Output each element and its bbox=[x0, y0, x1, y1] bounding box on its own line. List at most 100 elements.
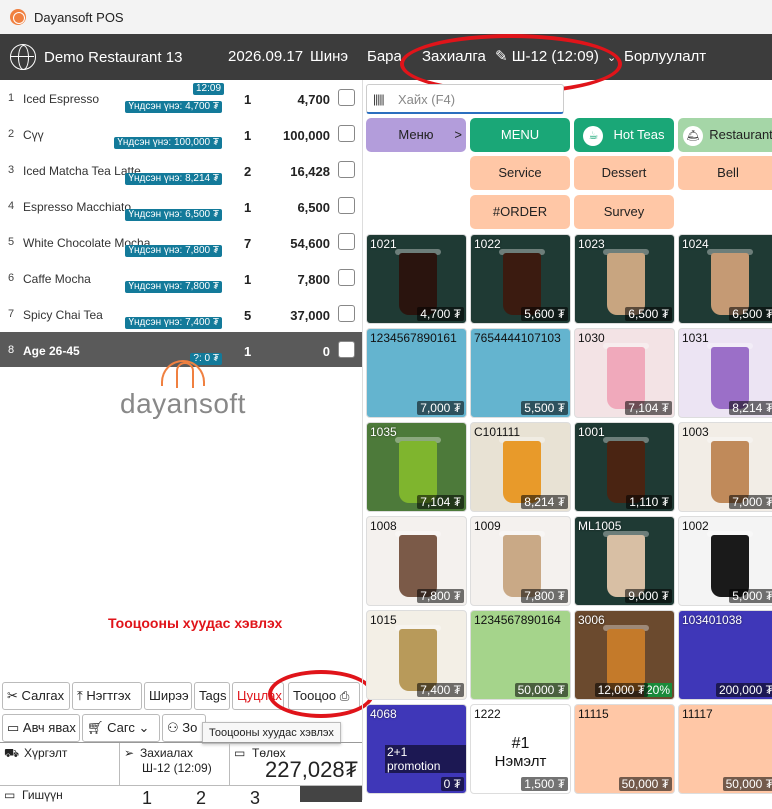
product-tile[interactable]: 3006 20% 12,000 ₮ bbox=[574, 610, 675, 700]
product-tile[interactable]: 11115 50,000 ₮ bbox=[574, 704, 675, 794]
product-code: 1021 bbox=[370, 237, 397, 251]
category-6[interactable]: Bell bbox=[678, 156, 772, 190]
order-row-qty[interactable]: 2 bbox=[244, 164, 251, 179]
order-row[interactable]: 3 Iced Matcha Tea Latte Үндсэн үнэ: 8,214 … bbox=[0, 152, 362, 188]
product-tile[interactable]: ML1005 9,000 ₮ bbox=[574, 516, 675, 606]
product-tile[interactable]: 11117 50,000 ₮ bbox=[678, 704, 772, 794]
product-price: 6,500 ₮ bbox=[625, 307, 672, 321]
numpad-3[interactable]: 3 bbox=[250, 788, 260, 809]
print-bill-caption: Тооцооны хуудас хэвлэх bbox=[108, 615, 283, 631]
printer-icon: ⎙ bbox=[339, 689, 350, 703]
product-tile[interactable]: 1008 7,800 ₮ bbox=[366, 516, 467, 606]
cancel-button[interactable]: Цуцлах bbox=[232, 682, 284, 710]
product-tile[interactable]: #1 Нэмэлт 1222 1,500 ₮ bbox=[470, 704, 571, 794]
order-row-checkbox[interactable] bbox=[338, 233, 355, 250]
category-8[interactable]: Survey bbox=[574, 195, 674, 229]
sales-button[interactable]: Борлуулалт bbox=[624, 34, 706, 80]
category-3[interactable]: 🛎︎ Restaurant bbox=[678, 118, 772, 152]
table-selector[interactable]: ✎ Ш-12 (12:09) ⌄ bbox=[495, 34, 616, 80]
product-price: 7,000 ₮ bbox=[729, 495, 772, 509]
goods-button[interactable]: Бара bbox=[367, 34, 401, 80]
order-row-checkbox[interactable] bbox=[338, 89, 355, 106]
product-tile[interactable]: 1030 7,104 ₮ bbox=[574, 328, 675, 418]
product-price: 50,000 ₮ bbox=[722, 777, 772, 791]
guest-button[interactable]: ⚇ Зо bbox=[162, 714, 206, 742]
product-code: 1024 bbox=[682, 237, 709, 251]
product-price: 6,500 ₮ bbox=[729, 307, 772, 321]
order-row-checkbox[interactable] bbox=[338, 197, 355, 214]
product-tile[interactable]: 1009 7,800 ₮ bbox=[470, 516, 571, 606]
restaurant-name[interactable]: Demo Restaurant 13 bbox=[44, 49, 182, 66]
order-row[interactable]: 1 Iced Espresso Үндсэн үнэ: 4,700 ₮ 1 4,700 1… bbox=[0, 80, 362, 116]
product-tile[interactable]: 1001 1,110 ₮ bbox=[574, 422, 675, 512]
product-tile[interactable]: 1031 8,214 ₮ bbox=[678, 328, 772, 418]
order-row[interactable]: 7 Spicy Chai Tea Үндсэн үнэ: 7,400 ₮ 5 37,00… bbox=[0, 296, 362, 332]
order-footer: ⛟ Хүргэлт ➢ Захиалах Ш-12 (12:09) ▭ Төлө… bbox=[0, 742, 362, 808]
product-tile[interactable]: 1023 6,500 ₮ bbox=[574, 234, 675, 324]
order-row[interactable]: 2 Сүү Үндсэн үнэ: 100,000 ₮ 1 100,000 bbox=[0, 116, 362, 152]
order-row-qty[interactable]: 1 bbox=[244, 272, 251, 287]
window-title: Dayansoft POS bbox=[34, 9, 124, 25]
numpad-2[interactable]: 2 bbox=[196, 788, 206, 809]
product-tile[interactable]: 7654444107103 5,500 ₮ bbox=[470, 328, 571, 418]
order-row[interactable]: 6 Caffe Mocha Үндсэн үнэ: 7,800 ₮ 1 7,800 bbox=[0, 260, 362, 296]
split-button[interactable]: ✂ Салгах bbox=[2, 682, 70, 710]
product-price: 5,000 ₮ bbox=[729, 589, 772, 603]
order-row-base-price: Үндсэн үнэ: 4,700 ₮ bbox=[125, 101, 222, 113]
order-row-checkbox[interactable] bbox=[338, 161, 355, 178]
product-tile[interactable]: 1234567890161 7,000 ₮ bbox=[366, 328, 467, 418]
product-tile[interactable]: 1234567890164 50,000 ₮ bbox=[470, 610, 571, 700]
send-order-cell[interactable]: ➢ Захиалах Ш-12 (12:09) bbox=[120, 743, 230, 785]
product-tile[interactable]: 1015 7,400 ₮ bbox=[366, 610, 467, 700]
cart-button[interactable]: 🛒︎ Сагс ⌄ bbox=[82, 714, 160, 742]
takeaway-button[interactable]: ▭ Авч явах bbox=[2, 714, 80, 742]
category-5[interactable]: Dessert bbox=[574, 156, 674, 190]
product-tile[interactable]: 1022 5,600 ₮ bbox=[470, 234, 571, 324]
product-tile[interactable]: 1024 6,500 ₮ bbox=[678, 234, 772, 324]
product-code: 1234567890164 bbox=[474, 613, 561, 627]
product-tile[interactable]: 4068 2+1 promotion 0 ₮ bbox=[366, 704, 467, 794]
category-4[interactable]: Service bbox=[470, 156, 570, 190]
payment-cell[interactable]: ▭ Төлөх 227,028₮ bbox=[230, 743, 362, 785]
product-tile[interactable]: C101111 8,214 ₮ bbox=[470, 422, 571, 512]
order-row-qty[interactable]: 5 bbox=[244, 308, 251, 323]
product-code: 1031 bbox=[682, 331, 709, 345]
category-label: Dessert bbox=[601, 165, 647, 180]
category-7[interactable]: #ORDER bbox=[470, 195, 570, 229]
order-row-no: 6 bbox=[8, 272, 15, 284]
tags-button[interactable]: Tags bbox=[194, 682, 230, 710]
numpad-1[interactable]: 1 bbox=[142, 788, 152, 809]
order-row-checkbox[interactable] bbox=[338, 305, 355, 322]
order-row-checkbox[interactable] bbox=[338, 269, 355, 286]
product-tile[interactable]: 1003 7,000 ₮ bbox=[678, 422, 772, 512]
product-tile[interactable]: 103401038 200,000 ₮ bbox=[678, 610, 772, 700]
table-button[interactable]: Ширээ bbox=[144, 682, 192, 710]
order-row[interactable]: 4 Espresso Macchiato Үндсэн үнэ: 6,500 ₮ 1 6… bbox=[0, 188, 362, 224]
order-row-qty[interactable]: 1 bbox=[244, 92, 251, 107]
product-tile[interactable]: 1021 4,700 ₮ bbox=[366, 234, 467, 324]
reservation-button[interactable]: Захиалга bbox=[422, 34, 486, 80]
brand-watermark: dayansoft bbox=[108, 360, 258, 420]
product-price: 7,400 ₮ bbox=[417, 683, 464, 697]
order-row-qty[interactable]: 7 bbox=[244, 236, 251, 251]
order-row-qty[interactable]: 1 bbox=[244, 344, 251, 359]
product-tile[interactable]: 1035 7,104 ₮ bbox=[366, 422, 467, 512]
category-1[interactable]: MENU bbox=[470, 118, 570, 152]
merge-button[interactable]: ⤒ Нэгтгэх bbox=[72, 682, 142, 710]
delivery-cell[interactable]: ⛟ Хүргэлт bbox=[0, 743, 120, 785]
product-code: 1030 bbox=[578, 331, 605, 345]
search-input[interactable]: ||||| Хайх (F4) bbox=[366, 84, 564, 114]
category-0[interactable]: Меню > bbox=[366, 118, 466, 152]
product-tile[interactable]: 1002 5,000 ₮ bbox=[678, 516, 772, 606]
order-row-qty[interactable]: 1 bbox=[244, 200, 251, 215]
order-row-checkbox[interactable] bbox=[338, 341, 355, 358]
new-button[interactable]: Шинэ bbox=[310, 34, 348, 80]
category-2[interactable]: ☕︎ Hot Teas bbox=[574, 118, 674, 152]
product-price: 4,700 ₮ bbox=[417, 307, 464, 321]
globe-icon[interactable] bbox=[10, 44, 36, 70]
bill-button[interactable]: Тооцоо ⎙ bbox=[288, 682, 360, 710]
order-row-checkbox[interactable] bbox=[338, 125, 355, 142]
cart-label: Сагс bbox=[107, 720, 135, 735]
order-row-qty[interactable]: 1 bbox=[244, 128, 251, 143]
order-row[interactable]: 5 White Chocolate Mocha Үндсэн үнэ: 7,800 … bbox=[0, 224, 362, 260]
